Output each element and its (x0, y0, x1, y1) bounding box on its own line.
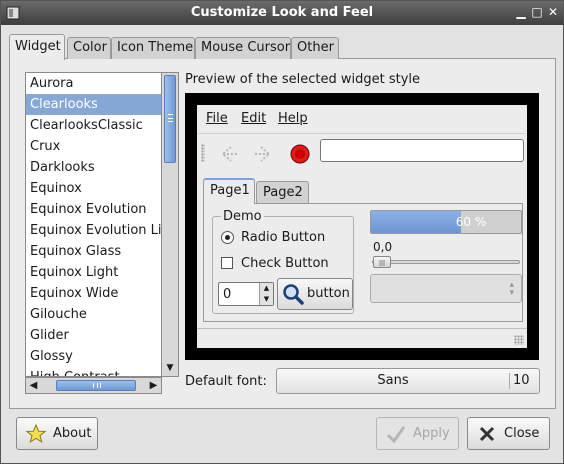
scroll-down-icon[interactable]: ▼ (164, 362, 176, 374)
menu-edit[interactable]: Edit (241, 111, 266, 126)
dialog-window: Customize Look and Feel ▁ □ ✕ Widget Col… (0, 0, 564, 464)
checkmark-icon (385, 423, 407, 445)
find-button[interactable]: button (277, 278, 353, 310)
progress-text: 60 % (455, 215, 487, 229)
tab-widget[interactable]: Widget (9, 34, 65, 60)
list-item[interactable]: ClearlooksClassic (26, 115, 161, 136)
minimize-icon[interactable]: ▁ (514, 5, 528, 19)
list-item[interactable]: Equinox Wide (26, 283, 161, 304)
stop-icon[interactable] (287, 142, 313, 166)
toolbar-handle[interactable] (201, 144, 205, 162)
preview-menubar: File Edit Help (197, 105, 527, 131)
window-menu-icon[interactable] (6, 5, 20, 20)
list-item[interactable]: Glider (26, 325, 161, 346)
star-icon (25, 423, 47, 445)
list-item[interactable]: Equinox Glass (26, 241, 161, 262)
menu-help[interactable]: Help (278, 111, 308, 126)
preview-tab-page: Demo Radio Button Check Button 0 ▲ ▼ butt… (203, 203, 523, 322)
hscroll-thumb[interactable] (56, 380, 136, 391)
font-button[interactable]: Sans 10 (276, 368, 540, 394)
theme-list[interactable]: Aurora Clearlooks ClearlooksClassic Crux… (25, 72, 162, 377)
scale-trough[interactable] (372, 260, 520, 264)
preview-statusbar (197, 328, 527, 348)
scale-value: 0,0 (373, 240, 393, 254)
combo-box[interactable]: ▴ ▾ (370, 274, 522, 303)
find-button-label: button (307, 286, 350, 301)
preview-label: Preview of the selected widget style (185, 72, 421, 87)
close-button[interactable]: Close (467, 417, 550, 450)
tab-other[interactable]: Other (291, 37, 339, 59)
list-item-selected[interactable]: Clearlooks (26, 94, 161, 115)
list-item[interactable]: Crux (26, 136, 161, 157)
menu-file[interactable]: File (206, 111, 228, 126)
font-size: 10 (513, 373, 530, 388)
list-item[interactable]: Equinox Light (26, 262, 161, 283)
close-x-icon (476, 423, 498, 445)
apply-label: Apply (413, 426, 450, 441)
check-button[interactable] (221, 257, 233, 269)
spin-button[interactable]: 0 ▲ ▼ (218, 282, 274, 306)
scroll-right-icon[interactable]: ▶ (147, 379, 160, 392)
scroll-left-icon[interactable]: ◀ (27, 379, 40, 392)
demo-frame: Demo Radio Button Check Button 0 ▲ ▼ butt… (212, 209, 354, 314)
list-item[interactable]: Equinox Evolution Lig (26, 220, 161, 241)
radio-button[interactable] (221, 231, 234, 244)
title-bar: Customize Look and Feel ▁ □ ✕ (1, 1, 563, 25)
window-title: Customize Look and Feel (190, 5, 374, 20)
check-label[interactable]: Check Button (241, 256, 329, 271)
tab-page2[interactable]: Page2 (256, 181, 309, 203)
scale-slider[interactable] (373, 256, 391, 268)
list-item[interactable]: High Contrast (26, 367, 161, 376)
about-label: About (53, 426, 92, 441)
close-window-icon[interactable]: ✕ (546, 5, 560, 19)
theme-list-vscrollbar[interactable]: ▼ (162, 72, 179, 377)
forward-arrow-icon[interactable] (251, 142, 277, 166)
magnifier-icon (282, 283, 304, 309)
spin-value[interactable]: 0 (223, 287, 231, 302)
close-label: Close (504, 426, 540, 441)
list-item[interactable]: Darklooks (26, 157, 161, 178)
radio-label[interactable]: Radio Button (241, 230, 325, 245)
list-item[interactable]: Glossy (26, 346, 161, 367)
tab-icon-theme[interactable]: Icon Theme (111, 37, 195, 59)
progress-bar: 60 % (370, 210, 522, 234)
about-button[interactable]: About (16, 417, 98, 450)
list-item[interactable]: Aurora (26, 73, 161, 94)
list-item[interactable]: Gilouche (26, 304, 161, 325)
toolbar-entry[interactable] (320, 139, 524, 162)
vscroll-thumb[interactable] (164, 75, 176, 163)
tab-page1[interactable]: Page1 (203, 178, 255, 204)
widget-preview: File Edit Help Page1 Page2 Demo Radio Bu… (197, 105, 527, 348)
tab-mouse-cursor[interactable]: Mouse Cursor (195, 37, 291, 59)
apply-button[interactable]: Apply (376, 417, 459, 450)
theme-list-hscrollbar[interactable]: ◀ ▶ (25, 377, 162, 394)
font-name: Sans (377, 373, 409, 388)
back-arrow-icon[interactable] (215, 142, 241, 166)
resize-grip-icon[interactable] (514, 335, 524, 345)
demo-frame-label: Demo (221, 209, 264, 224)
list-item[interactable]: Equinox (26, 178, 161, 199)
combo-arrow-icon: ▴ ▾ (509, 280, 514, 298)
tab-color[interactable]: Color (67, 37, 111, 59)
spin-arrows-icon[interactable]: ▲ ▼ (259, 283, 273, 305)
maximize-icon[interactable]: □ (530, 5, 544, 19)
default-font-label: Default font: (185, 374, 267, 389)
list-item[interactable]: Equinox Evolution (26, 199, 161, 220)
